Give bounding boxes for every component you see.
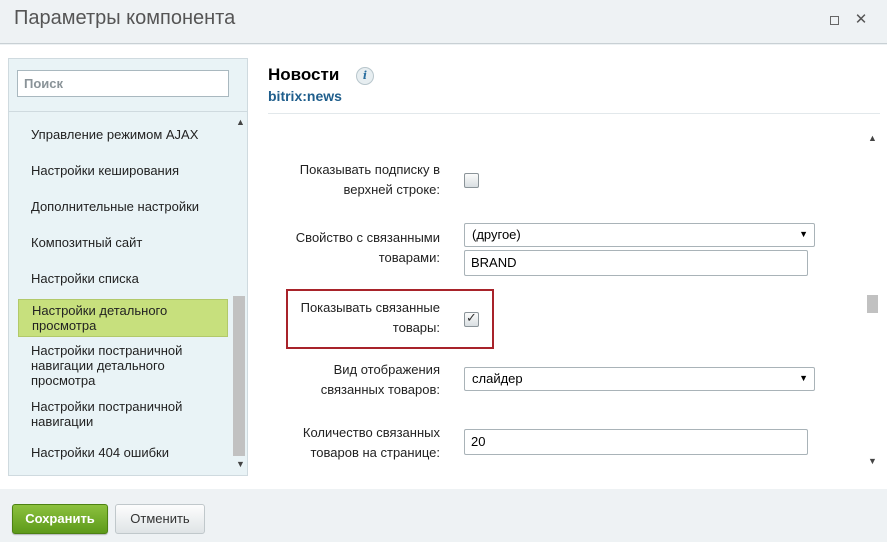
chevron-down-icon: ▼	[799, 229, 808, 239]
scroll-down-icon[interactable]: ▼	[236, 459, 245, 469]
component-header: Новости i	[268, 65, 374, 85]
scrollbar-thumb[interactable]	[233, 296, 245, 456]
show-related-checkbox[interactable]	[464, 311, 479, 327]
field-label-related-property: Свойство с связанными товарами:	[295, 230, 440, 265]
search-input[interactable]	[17, 70, 229, 97]
cancel-button[interactable]: Отменить	[115, 504, 205, 534]
header-divider	[268, 113, 880, 114]
component-title: Новости	[268, 65, 340, 84]
sidebar-item-composite[interactable]: Композитный сайт	[31, 235, 142, 250]
sidebar-list: Управление режимом AJAX Настройки кеширо…	[9, 112, 231, 472]
scroll-up-icon[interactable]: ▲	[236, 117, 245, 127]
show-subscription-checkbox[interactable]	[464, 173, 479, 188]
related-view-select[interactable]: слайдер ▼	[464, 367, 815, 391]
chevron-down-icon: ▼	[799, 373, 808, 383]
sidebar-scrollbar[interactable]: ▲ ▼	[232, 112, 247, 475]
save-button[interactable]: Сохранить	[12, 504, 108, 534]
sidebar-item-cache[interactable]: Настройки кеширования	[31, 163, 179, 178]
field-label-show-subscription: Показывать подписку в верхней строке:	[299, 162, 440, 197]
component-code: bitrix:news	[268, 88, 342, 104]
sidebar-item-detail-settings[interactable]: Настройки детального просмотра	[18, 299, 228, 337]
sidebar-item-404[interactable]: Настройки 404 ошибки	[31, 445, 169, 460]
window-title: Параметры компонента	[14, 7, 236, 29]
dialog-content: Управление режимом AJAX Настройки кеширо…	[0, 45, 887, 489]
close-icon[interactable]: ✕	[853, 12, 869, 28]
scroll-down-icon[interactable]: ▼	[868, 456, 877, 466]
field-label-related-count: Количество связанных товаров на странице…	[302, 425, 440, 460]
sidebar: Управление режимом AJAX Настройки кеширо…	[8, 58, 248, 476]
field-label-show-related: Показывать связанные товары:	[300, 300, 440, 335]
main-scrollbar[interactable]: ▲ ▼	[865, 131, 880, 471]
sidebar-item-list-settings[interactable]: Настройки списка	[31, 271, 139, 286]
sidebar-item-pagination[interactable]: Настройки постраничной навигации	[31, 399, 211, 429]
maximize-icon[interactable]	[826, 12, 842, 28]
sidebar-item-additional[interactable]: Дополнительные настройки	[31, 199, 199, 214]
related-property-select[interactable]: (другое) ▼	[464, 223, 815, 247]
related-count-input[interactable]: 20	[464, 429, 808, 455]
dialog-footer: Сохранить Отменить	[0, 489, 887, 542]
sidebar-item-ajax[interactable]: Управление режимом AJAX	[31, 127, 198, 142]
sidebar-item-detail-pagination[interactable]: Настройки постраничной навигации детальн…	[31, 343, 211, 388]
title-bar: Параметры компонента ✕	[0, 0, 887, 44]
info-icon[interactable]: i	[356, 67, 374, 85]
related-property-code-input[interactable]: BRAND	[464, 250, 808, 276]
scrollbar-thumb[interactable]	[867, 295, 878, 313]
scroll-up-icon[interactable]: ▲	[868, 133, 877, 143]
field-label-related-view: Вид отображения связанных товаров:	[320, 362, 440, 397]
